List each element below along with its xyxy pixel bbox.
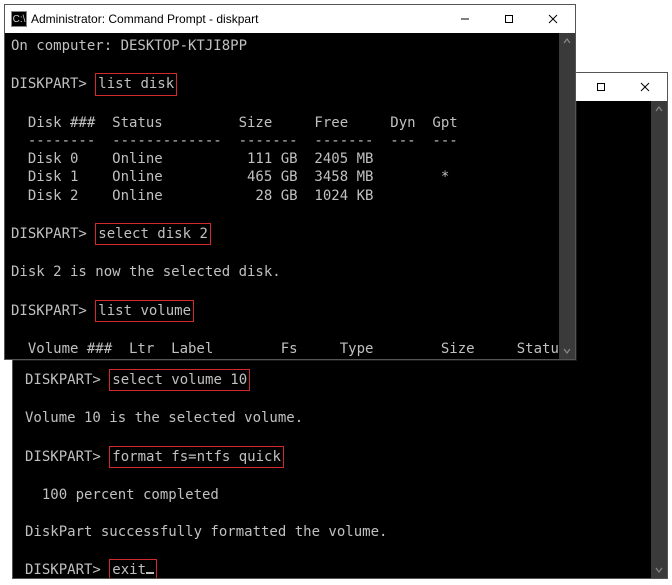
scrollbar[interactable] (651, 101, 667, 578)
prompt-label: DISKPART> (11, 226, 87, 242)
cmd-list-disk: list disk (95, 73, 177, 95)
maximize-icon (596, 82, 606, 92)
out-selected-volume: Volume 10 is the selected volume. (25, 410, 303, 426)
prompt-label: DISKPART> (25, 372, 101, 388)
prompt-label: DISKPART> (25, 449, 101, 465)
chevron-up-icon (654, 104, 664, 114)
volume-table-header: Volume ### Ltr Label Fs Type Size Status… (11, 341, 575, 357)
close-icon (548, 14, 558, 24)
close-button[interactable] (623, 73, 667, 101)
prompt-label: DISKPART> (25, 562, 101, 578)
out-selected-disk: Disk 2 is now the selected disk. (11, 264, 281, 280)
maximize-icon (504, 14, 514, 24)
scroll-up-button[interactable] (651, 101, 667, 117)
disk-row: Disk 1 Online 465 GB 3458 MB * (11, 169, 449, 185)
cmd-format: format fs=ntfs quick (109, 446, 284, 468)
scroll-down-button[interactable] (651, 562, 667, 578)
cmd-icon: C:\ (11, 11, 27, 27)
minimize-button[interactable] (443, 5, 487, 33)
cmd-select-disk: select disk 2 (95, 223, 211, 245)
title-text-front: Administrator: Command Prompt - diskpart (31, 12, 443, 26)
titlebar-front[interactable]: C:\ Administrator: Command Prompt - disk… (5, 5, 575, 33)
prompt-label: DISKPART> (11, 303, 87, 319)
cmd-list-volume: list volume (95, 300, 194, 322)
maximize-button[interactable] (579, 73, 623, 101)
maximize-button[interactable] (487, 5, 531, 33)
scroll-down-button[interactable] (559, 343, 575, 359)
disk-row: Disk 0 Online 111 GB 2405 MB (11, 151, 373, 167)
chevron-down-icon (562, 346, 572, 356)
chevron-up-icon (562, 36, 572, 46)
window-controls-front (443, 5, 575, 33)
disk-table-divider: -------- ------------- ------- ------- -… (11, 133, 458, 149)
disk-table-header: Disk ### Status Size Free Dyn Gpt (11, 115, 458, 131)
close-button[interactable] (531, 5, 575, 33)
cmd-window-front: C:\ Administrator: Command Prompt - disk… (4, 4, 576, 360)
out-computer: On computer: DESKTOP-KTJI8PP (11, 38, 247, 54)
minimize-icon (460, 14, 470, 24)
cmd-exit: exit (109, 559, 157, 578)
close-icon (640, 82, 650, 92)
chevron-down-icon (654, 565, 664, 575)
out-percent: 100 percent completed (25, 487, 219, 503)
cmd-select-volume: select volume 10 (109, 369, 250, 391)
scroll-up-button[interactable] (559, 33, 575, 49)
disk-row: Disk 2 Online 28 GB 1024 KB (11, 188, 373, 204)
cursor-icon (146, 572, 154, 574)
scrollbar[interactable] (559, 33, 575, 359)
terminal-output-front: On computer: DESKTOP-KTJI8PP DISKPART> l… (5, 33, 575, 359)
prompt-label: DISKPART> (11, 76, 87, 92)
out-success: DiskPart successfully formatted the volu… (25, 524, 387, 540)
